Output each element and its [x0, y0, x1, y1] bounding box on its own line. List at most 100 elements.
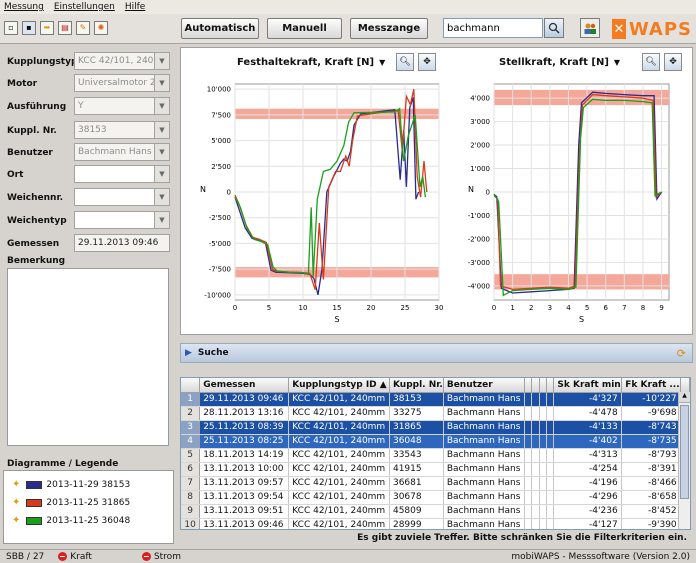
menu-hilfe[interactable]: Hilfe	[125, 2, 145, 12]
kuppl-nr-value: 38153	[78, 125, 107, 135]
cell-sk-kraft-min: -4'127	[553, 518, 622, 529]
table-row[interactable]: 1 29.11.2013 09:46 KCC 42/101, 240mm 38153 B…	[181, 392, 690, 407]
chevron-down-icon[interactable]: ▼	[154, 144, 169, 160]
legend-item[interactable]: ✦ 2013-11-25 31865	[12, 497, 130, 508]
x-tick-label: 2	[529, 304, 533, 312]
ort-combo[interactable]: ▼	[74, 165, 170, 183]
y-tick-label: 0	[227, 189, 231, 197]
cell-gemessen: 13.11.2013 09:57	[199, 476, 290, 491]
column-header-kuppl-nr[interactable]: Kuppl. Nr.	[389, 378, 444, 393]
column-header-collapsed[interactable]	[539, 378, 548, 393]
chevron-down-icon[interactable]: ▼	[154, 166, 169, 182]
cell-gemessen: 25.11.2013 08:39	[199, 420, 290, 435]
chevron-down-icon[interactable]: ▼	[154, 53, 169, 69]
cell-collapsed	[539, 490, 548, 505]
menu-einstellungen[interactable]: Einstellungen	[54, 2, 115, 12]
search-button[interactable]	[544, 18, 564, 38]
users-button[interactable]	[580, 18, 600, 38]
bemerkung-textarea[interactable]	[7, 268, 169, 446]
row-number: 7	[181, 476, 201, 491]
column-header-fk-kraft[interactable]: Fk Kraft ...	[621, 378, 681, 393]
cell-fk-kraft: -8'735	[621, 434, 681, 449]
table-row[interactable]: 6 13.11.2013 10:00 KCC 42/101, 240mm 41915 B…	[181, 462, 690, 477]
pencil-icon[interactable]: ✎	[76, 21, 90, 35]
y-tick-label: 7'500	[211, 111, 231, 119]
waps-logo: ✕ WAPS	[612, 17, 692, 41]
column-header-collapsed[interactable]	[546, 378, 555, 393]
save-icon[interactable]: ▪	[22, 21, 36, 35]
cell-benutzer: Bachmann Hans	[443, 476, 525, 491]
table-row[interactable]: 9 13.11.2013 09:51 KCC 42/101, 240mm 45809 B…	[181, 504, 690, 519]
bemerkung-label: Bemerkung	[7, 256, 66, 266]
y-tick-label: -4'000	[468, 282, 490, 290]
chevron-down-icon[interactable]: ▼	[154, 189, 169, 205]
cell-fk-kraft: -10'227	[621, 392, 681, 407]
suche-label: Suche	[197, 348, 229, 358]
table-row[interactable]: 8 13.11.2013 09:54 KCC 42/101, 240mm 30678 B…	[181, 490, 690, 505]
legend-item[interactable]: ✦ 2013-11-25 36048	[12, 515, 130, 526]
kuppl-nr-combo[interactable]: 38153 ▼	[74, 121, 170, 139]
cell-collapsed	[539, 434, 548, 449]
cell-gemessen: 13.11.2013 09:54	[199, 490, 290, 505]
table-row[interactable]: 10 13.11.2013 09:46 KCC 42/101, 240mm 28999…	[181, 518, 690, 529]
weichennr-combo[interactable]: ▼	[74, 188, 170, 206]
cell-kuppl-nr: 41915	[389, 462, 444, 477]
column-header-collapsed[interactable]	[531, 378, 540, 393]
table-row[interactable]: 2 28.11.2013 13:16 KCC 42/101, 240mm 33275 B…	[181, 406, 690, 421]
column-header-gemessen[interactable]: Gemessen	[199, 378, 290, 393]
table-row[interactable]: 7 13.11.2013 09:57 KCC 42/101, 240mm 36681 B…	[181, 476, 690, 491]
chevron-down-icon[interactable]: ▼	[154, 212, 169, 228]
new-file-icon[interactable]: ▫	[4, 21, 18, 35]
suche-section-header[interactable]: ▶ Suche ⟳	[180, 343, 693, 363]
table-row[interactable]: 4 25.11.2013 08:25 KCC 42/101, 240mm 36048 B…	[181, 434, 690, 449]
column-header-collapsed[interactable]	[524, 378, 533, 393]
y-tick-label: -3'000	[468, 259, 490, 267]
scroll-up-arrow-icon[interactable]: ▲	[679, 392, 690, 403]
status-strom-label: Strom	[153, 551, 181, 562]
weichentyp-combo[interactable]: ▼	[74, 211, 170, 229]
cell-kupplungstyp: KCC 42/101, 240mm	[288, 434, 390, 449]
column-header-kupplungstyp[interactable]: Kupplungstyp ID ▲	[288, 378, 390, 393]
settings-icon[interactable]: ✺	[94, 21, 108, 35]
cell-collapsed	[524, 462, 533, 477]
manuell-button[interactable]: Manuell	[267, 18, 342, 39]
arrow-back-icon[interactable]: ➥	[40, 21, 54, 35]
legend-title: Diagramme / Legende	[7, 459, 119, 469]
x-axis-label: S	[579, 315, 584, 324]
split-bar[interactable]	[180, 335, 693, 343]
legend-box: ✦ 2013-11-29 38153 ✦ 2013-11-25 31865 ✦ …	[3, 470, 174, 544]
cell-sk-kraft-min: -4'478	[553, 406, 622, 421]
scroll-thumb[interactable]	[680, 405, 689, 499]
automatisch-button[interactable]: Automatisch	[181, 18, 259, 39]
ausfuehrung-combo[interactable]: Y ▼	[74, 97, 170, 115]
row-number: 3	[181, 420, 201, 435]
column-header-benutzer[interactable]: Benutzer	[443, 378, 525, 393]
table-scrollbar[interactable]: ▲	[678, 392, 690, 529]
column-header-sk-kraft-min[interactable]: Sk Kraft min	[553, 378, 622, 393]
weichennr-label: Weichennr.	[7, 193, 64, 203]
x-tick-label: 8	[641, 304, 645, 312]
measurement-details-panel: Kupplungstyp KCC 42/101, 240m ▼ Motor Uni…	[3, 47, 174, 544]
table-row[interactable]: 3 25.11.2013 08:39 KCC 42/101, 240mm 31865 B…	[181, 420, 690, 435]
table-row[interactable]: 5 18.11.2013 14:19 KCC 42/101, 240mm 33543 B…	[181, 448, 690, 463]
refresh-icon[interactable]: ⟳	[677, 347, 686, 360]
cell-gemessen: 13.11.2013 09:46	[199, 518, 290, 529]
messzange-button[interactable]: Messzange	[350, 18, 428, 39]
chevron-down-icon[interactable]: ▼	[154, 98, 169, 114]
cell-kuppl-nr: 38153	[389, 392, 444, 407]
chevron-down-icon[interactable]: ▼	[154, 122, 169, 138]
chevron-down-icon[interactable]: ▼	[154, 75, 169, 91]
y-tick-label: -7'500	[209, 266, 231, 274]
waps-logo-text: WAPS	[628, 18, 692, 40]
expand-arrow-icon: ▶	[185, 348, 192, 358]
kupplungstyp-combo[interactable]: KCC 42/101, 240m ▼	[74, 52, 170, 70]
legend-item[interactable]: ✦ 2013-11-29 38153	[12, 479, 130, 490]
pdf-icon[interactable]: ▤	[58, 21, 72, 35]
cell-collapsed	[524, 476, 533, 491]
benutzer-combo[interactable]: Bachmann Hans ▼	[74, 143, 170, 161]
menu-messung[interactable]: Messung	[4, 2, 44, 12]
search-input[interactable]	[443, 18, 543, 38]
motor-combo[interactable]: Universalmotor 2: ▼	[74, 74, 170, 92]
cell-collapsed	[546, 490, 555, 505]
ort-value	[75, 166, 154, 182]
